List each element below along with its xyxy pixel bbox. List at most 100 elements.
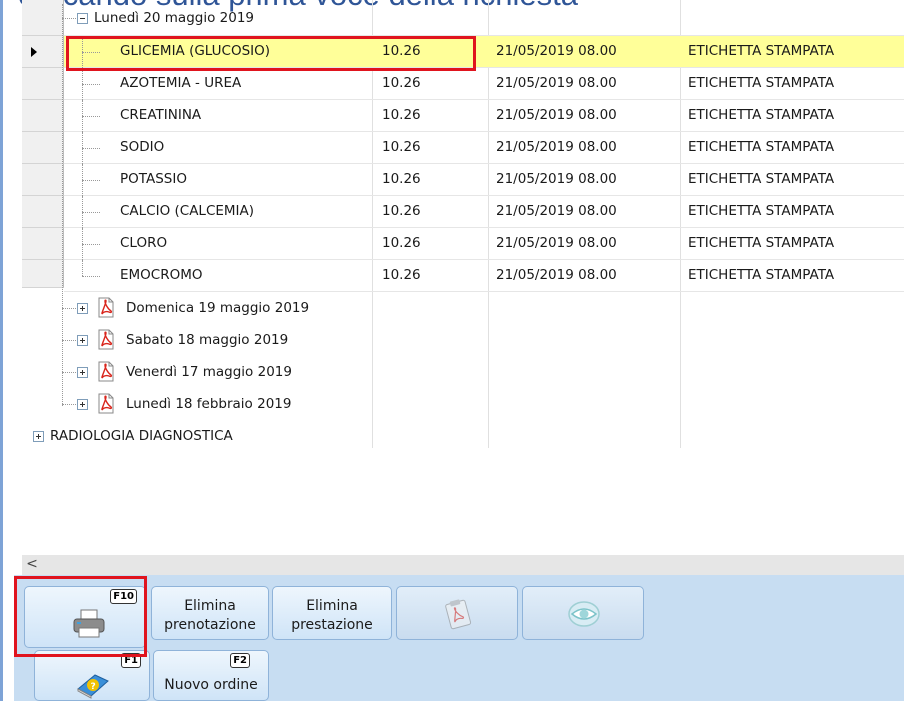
row-header-current[interactable] <box>22 36 64 68</box>
tree-node-date[interactable]: Lunedì 20 maggio 2019 <box>62 4 904 36</box>
table-row[interactable]: CLORO 10.26 21/05/2019 08.00 ETICHETTA S… <box>64 228 904 260</box>
tree-connector <box>82 180 100 181</box>
tree-connector <box>82 148 100 149</box>
row-header[interactable] <box>22 196 64 228</box>
secondary-toolbar: F1 ? F2 Nuovo ordine <box>14 649 904 701</box>
exam-datetime: 21/05/2019 08.00 <box>496 75 617 91</box>
exam-name: SODIO <box>120 139 165 155</box>
exam-datetime: 21/05/2019 08.00 <box>496 235 617 251</box>
tree-connector <box>82 276 100 277</box>
exam-datetime: 21/05/2019 08.00 <box>496 203 617 219</box>
exam-datetime: 21/05/2019 08.00 <box>496 43 617 59</box>
expand-icon[interactable] <box>77 303 88 314</box>
exam-name: POTASSIO <box>120 171 187 187</box>
row-header[interactable] <box>22 132 64 164</box>
tree-connector <box>62 372 76 373</box>
exam-datetime: 21/05/2019 08.00 <box>496 107 617 123</box>
table-row[interactable]: AZOTEMIA - UREA 10.26 21/05/2019 08.00 E… <box>64 68 904 100</box>
tree-node-date-collapsed[interactable]: Domenica 19 maggio 2019 <box>62 292 904 324</box>
date-node-label: Domenica 19 maggio 2019 <box>126 300 310 316</box>
exam-status: ETICHETTA STAMPATA <box>688 43 835 59</box>
row-header[interactable] <box>22 228 64 260</box>
scroll-left-icon[interactable]: < <box>22 555 42 575</box>
eye-icon <box>568 601 600 627</box>
report-button[interactable] <box>396 586 518 640</box>
tree-connector <box>62 340 76 341</box>
expand-icon[interactable] <box>77 335 88 346</box>
table-row[interactable]: CREATININA 10.26 21/05/2019 08.00 ETICHE… <box>64 100 904 132</box>
tree-connector <box>62 404 76 405</box>
table-row[interactable]: SODIO 10.26 21/05/2019 08.00 ETICHETTA S… <box>64 132 904 164</box>
pdf-icon[interactable] <box>97 361 115 382</box>
tree-connector <box>82 260 83 276</box>
exam-status: ETICHETTA STAMPATA <box>688 203 835 219</box>
expand-icon[interactable] <box>33 431 44 442</box>
exam-datetime: 21/05/2019 08.00 <box>496 171 617 187</box>
current-row-arrow-icon <box>31 47 37 57</box>
tree-connector <box>82 212 100 213</box>
button-label-line: Elimina <box>306 598 358 614</box>
elimina-prenotazione-button[interactable]: Elimina prenotazione <box>151 586 269 640</box>
row-header[interactable] <box>22 100 64 132</box>
collapse-icon[interactable] <box>77 13 88 24</box>
window-edge <box>0 0 3 701</box>
exam-time: 10.26 <box>382 139 421 155</box>
pdf-icon[interactable] <box>97 297 115 318</box>
view-button[interactable] <box>522 586 644 640</box>
button-label-line: prenotazione <box>164 617 256 633</box>
exam-time: 10.26 <box>382 107 421 123</box>
tree-node-date-collapsed[interactable]: Venerdì 17 maggio 2019 <box>62 356 904 388</box>
highlight-selected-row <box>66 36 476 71</box>
row-header[interactable] <box>22 0 64 36</box>
highlight-print-button <box>14 576 147 657</box>
row-header[interactable] <box>22 68 64 100</box>
row-header[interactable] <box>22 260 64 288</box>
row-header-column <box>22 0 64 288</box>
help-button[interactable]: F1 ? <box>34 650 150 701</box>
svg-text:?: ? <box>91 682 96 692</box>
table-row[interactable]: EMOCROMO 10.26 21/05/2019 08.00 ETICHETT… <box>64 260 904 292</box>
exam-datetime: 21/05/2019 08.00 <box>496 267 617 283</box>
fkey-badge: F2 <box>230 653 250 668</box>
exam-name: EMOCROMO <box>120 267 203 283</box>
tree-connector <box>62 18 76 19</box>
exam-name: CALCIO (CALCEMIA) <box>120 203 255 219</box>
table-row[interactable]: POTASSIO 10.26 21/05/2019 08.00 ETICHETT… <box>64 164 904 196</box>
exam-status: ETICHETTA STAMPATA <box>688 107 835 123</box>
button-label: Nuovo ordine <box>164 677 258 693</box>
exam-status: ETICHETTA STAMPATA <box>688 171 835 187</box>
nuovo-ordine-button[interactable]: F2 Nuovo ordine <box>153 650 269 701</box>
expand-icon[interactable] <box>77 367 88 378</box>
exam-name: CREATININA <box>120 107 202 123</box>
expand-icon[interactable] <box>77 399 88 410</box>
exam-status: ETICHETTA STAMPATA <box>688 235 835 251</box>
order-tree-grid[interactable]: Lunedì 20 maggio 2019 GLICEMIA (GLUCOSIO… <box>22 0 904 555</box>
tree-connector <box>82 84 100 85</box>
action-toolbar: F10 Elimina prenotazione Elimina prestaz… <box>14 575 904 649</box>
exam-status: ETICHETTA STAMPATA <box>688 267 835 283</box>
exam-status: ETICHETTA STAMPATA <box>688 75 835 91</box>
tree-node-date-collapsed[interactable]: Sabato 18 maggio 2019 <box>62 324 904 356</box>
tree-node-date-collapsed[interactable]: Lunedì 18 febbraio 2019 <box>62 388 904 420</box>
date-node-label: Lunedì 20 maggio 2019 <box>94 10 255 26</box>
date-node-label: Lunedì 18 febbraio 2019 <box>126 396 292 412</box>
pdf-icon[interactable] <box>97 329 115 350</box>
table-row[interactable]: CALCIO (CALCEMIA) 10.26 21/05/2019 08.00… <box>64 196 904 228</box>
exam-time: 10.26 <box>382 171 421 187</box>
row-header[interactable] <box>22 164 64 196</box>
elimina-prestazione-button[interactable]: Elimina prestazione <box>272 586 392 640</box>
button-label-line: Elimina <box>184 598 236 614</box>
horizontal-scrollbar[interactable]: < <box>22 555 904 575</box>
date-node-label: Venerdì 17 maggio 2019 <box>126 364 292 380</box>
exam-datetime: 21/05/2019 08.00 <box>496 139 617 155</box>
exam-time: 10.26 <box>382 75 421 91</box>
category-node-label: RADIOLOGIA DIAGNOSTICA <box>50 428 233 444</box>
date-node-label: Sabato 18 maggio 2019 <box>126 332 289 348</box>
tree-node-category[interactable]: RADIOLOGIA DIAGNOSTICA <box>22 420 904 452</box>
pdf-icon[interactable] <box>97 393 115 414</box>
exam-name: AZOTEMIA - UREA <box>120 75 242 91</box>
tree-connector <box>62 308 76 309</box>
help-book-icon: ? <box>77 674 109 699</box>
tree-connector <box>82 116 100 117</box>
button-label-line: prestazione <box>291 617 373 633</box>
